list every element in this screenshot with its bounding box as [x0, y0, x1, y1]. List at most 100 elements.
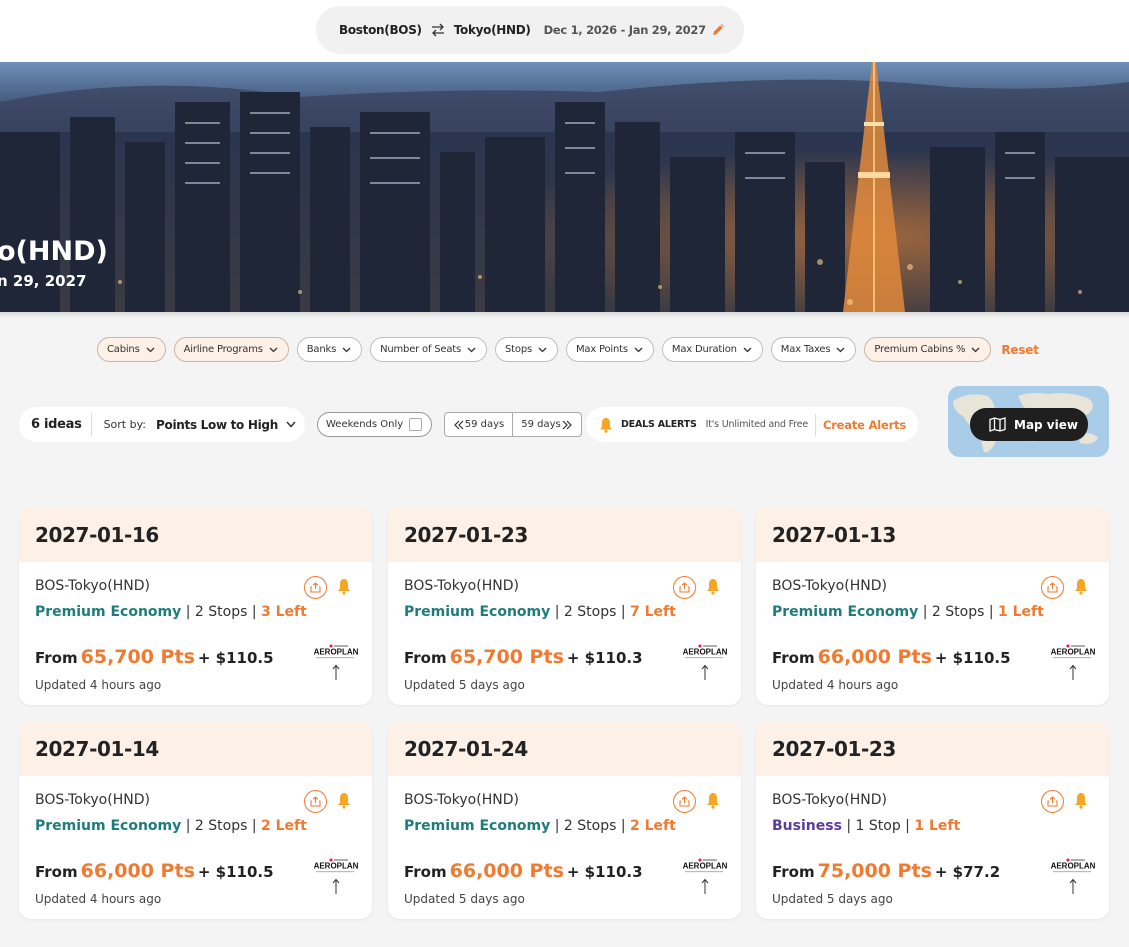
- card-date: 2027-01-23: [388, 507, 741, 562]
- points-price: 65,700 Pts: [80, 646, 195, 668]
- filter-label: Max Taxes: [780, 344, 831, 355]
- create-alerts-button[interactable]: Create Alerts: [823, 418, 906, 432]
- weekends-only-toggle[interactable]: Weekends Only: [317, 412, 432, 437]
- aeroplan-logo: AEROPLAN: [314, 644, 358, 659]
- filter-banks[interactable]: Banks: [296, 337, 363, 362]
- svg-text:AEROPLAN: AEROPLAN: [683, 862, 727, 871]
- destination-city: Tokyo(HND): [453, 23, 531, 37]
- tokyo-skyline-image: [0, 62, 1129, 312]
- card-date: 2027-01-13: [756, 507, 1109, 562]
- pencil-icon[interactable]: [711, 22, 726, 37]
- filter-max-duration[interactable]: Max Duration: [661, 337, 763, 362]
- filter-premium-cabins[interactable]: Premium Cabins %: [864, 337, 992, 362]
- filter-label: Banks: [306, 344, 337, 355]
- filter-label: Stops: [505, 344, 532, 355]
- deal-card[interactable]: 2027-01-23 BOS-Tokyo(HND) Business | 1 S…: [756, 721, 1109, 919]
- card-cabin-line: Business | 1 Stop | 1 Left: [772, 818, 961, 834]
- hero-subtitle: n 29, 2027: [0, 272, 87, 290]
- share-icon[interactable]: [1041, 576, 1064, 599]
- double-chevron-left-icon: [453, 420, 464, 429]
- deal-card[interactable]: 2027-01-13 BOS-Tokyo(HND) Premium Econom…: [756, 507, 1109, 705]
- deals-alerts-box: DEALS ALERTS It's Unlimited and Free Cre…: [586, 407, 918, 442]
- cabin-type: Premium Economy: [404, 604, 551, 620]
- bell-icon[interactable]: [706, 792, 720, 809]
- date-shift-group: 59 days 59 days: [444, 412, 582, 437]
- card-route: BOS-Tokyo(HND): [772, 792, 887, 808]
- share-icon[interactable]: [304, 576, 327, 599]
- filter-label: Premium Cabins %: [874, 344, 966, 355]
- deal-card[interactable]: 2027-01-16 BOS-Tokyo(HND) Premium Econom…: [19, 507, 372, 705]
- bell-icon[interactable]: [1074, 578, 1088, 595]
- reset-filters-button[interactable]: Reset: [1001, 343, 1039, 357]
- chevron-down-icon: [342, 347, 351, 352]
- map-thumbnail[interactable]: Map view: [948, 386, 1109, 457]
- weekends-only-checkbox[interactable]: [409, 418, 422, 431]
- seats-left: 1 Left: [914, 818, 961, 834]
- deal-card[interactable]: 2027-01-14 BOS-Tokyo(HND) Premium Econom…: [19, 721, 372, 919]
- filter-airline-programs[interactable]: Airline Programs: [173, 337, 289, 362]
- cabin-type: Premium Economy: [35, 818, 182, 834]
- next-days-button[interactable]: 59 days: [513, 412, 582, 437]
- filter-stops[interactable]: Stops: [495, 337, 558, 362]
- chevron-down-icon: [269, 347, 278, 352]
- share-icon[interactable]: [673, 576, 696, 599]
- bell-icon[interactable]: [706, 578, 720, 595]
- points-price: 65,700 Pts: [449, 646, 564, 668]
- chevron-down-icon[interactable]: [286, 421, 296, 428]
- price-prefix: From: [772, 649, 815, 667]
- next-days-label: 59 days: [521, 419, 561, 430]
- card-date: 2027-01-16: [19, 507, 372, 562]
- card-price: From 66,000 Pts + $110.5: [35, 860, 274, 882]
- share-icon[interactable]: [304, 790, 327, 813]
- updated-time: Updated 4 hours ago: [772, 678, 899, 692]
- sort-dropdown[interactable]: Points Low to High: [156, 418, 278, 432]
- filter-cabins[interactable]: Cabins: [97, 337, 166, 362]
- map-icon: [989, 417, 1006, 432]
- card-cabin-line: Premium Economy | 2 Stops | 3 Left: [35, 604, 307, 620]
- filter-number-of-seats[interactable]: Number of Seats: [370, 337, 488, 362]
- updated-time: Updated 4 hours ago: [35, 892, 162, 906]
- arrow-up-icon: [1069, 878, 1077, 894]
- hero-banner: o(HND) n 29, 2027: [0, 62, 1129, 312]
- filter-max-points[interactable]: Max Points: [565, 337, 654, 362]
- chevron-down-icon: [836, 347, 845, 352]
- aeroplan-logo: AEROPLAN: [683, 858, 727, 873]
- taxes: + $110.3: [566, 863, 643, 881]
- card-cabin-line: Premium Economy | 2 Stops | 1 Left: [772, 604, 1044, 620]
- results-sort-box: 6 ideas Sort by: Points Low to High: [19, 407, 305, 442]
- previous-days-button[interactable]: 59 days: [444, 412, 513, 437]
- aeroplan-logo: AEROPLAN: [1051, 858, 1095, 873]
- divider: [90, 412, 92, 437]
- updated-time: Updated 5 days ago: [404, 892, 525, 906]
- hero-title: o(HND): [0, 236, 108, 267]
- bell-icon[interactable]: [337, 578, 351, 595]
- points-price: 66,000 Pts: [80, 860, 195, 882]
- swap-icon[interactable]: [430, 23, 446, 37]
- chevron-down-icon: [146, 347, 155, 352]
- deal-card[interactable]: 2027-01-24 BOS-Tokyo(HND) Premium Econom…: [388, 721, 741, 919]
- updated-time: Updated 5 days ago: [772, 892, 893, 906]
- seats-left: 1 Left: [998, 604, 1044, 620]
- filter-label: Max Duration: [671, 344, 737, 355]
- points-price: 66,000 Pts: [817, 646, 932, 668]
- seats-left: 7 Left: [630, 604, 676, 620]
- seats-left: 2 Left: [261, 818, 307, 834]
- stops-count: 2 Stops: [563, 604, 617, 620]
- cabin-type: Premium Economy: [35, 604, 182, 620]
- stops-count: 2 Stops: [563, 818, 617, 834]
- card-cabin-line: Premium Economy | 2 Stops | 2 Left: [404, 818, 676, 834]
- share-icon[interactable]: [1041, 790, 1064, 813]
- travel-dates: Dec 1, 2026 - Jan 29, 2027: [543, 23, 706, 37]
- bell-icon[interactable]: [337, 792, 351, 809]
- updated-time: Updated 5 days ago: [404, 678, 525, 692]
- card-price: From 66,000 Pts + $110.5: [772, 646, 1011, 668]
- route-summary-pill[interactable]: Boston(BOS) Tokyo(HND) Dec 1, 2026 - Jan…: [316, 6, 744, 54]
- bell-icon[interactable]: [1074, 792, 1088, 809]
- filter-label: Max Points: [575, 344, 628, 355]
- filter-max-taxes[interactable]: Max Taxes: [770, 337, 857, 362]
- divider: [814, 413, 816, 436]
- map-view-button[interactable]: Map view: [970, 408, 1088, 441]
- card-cabin-line: Premium Economy | 2 Stops | 2 Left: [35, 818, 307, 834]
- deal-card[interactable]: 2027-01-23 BOS-Tokyo(HND) Premium Econom…: [388, 507, 741, 705]
- share-icon[interactable]: [673, 790, 696, 813]
